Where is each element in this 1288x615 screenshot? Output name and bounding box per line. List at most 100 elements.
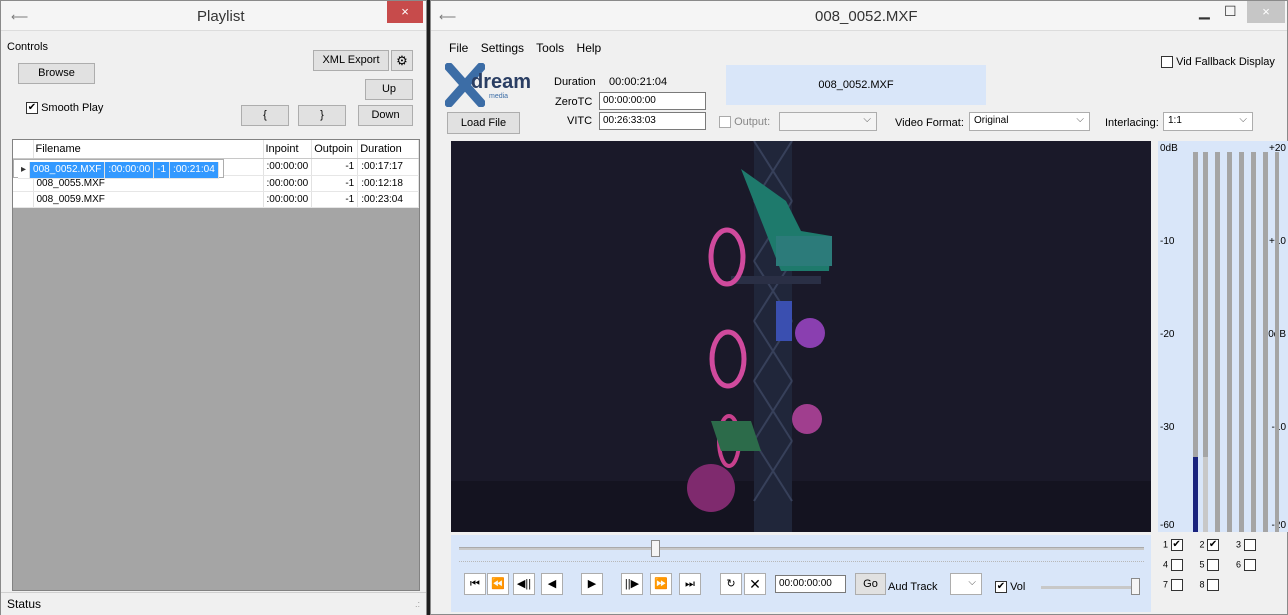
maximize-icon[interactable]: ☐	[1224, 3, 1237, 20]
outpoint-cell[interactable]: -1	[153, 162, 171, 179]
menu-settings[interactable]: Settings	[481, 41, 524, 55]
channel-5[interactable]: 5	[1200, 559, 1234, 571]
table-row[interactable]: 008_0059.MXF :00:00:00 -1 :00:23:04	[13, 191, 419, 208]
vol-checkbox[interactable]: ✔ Vol	[995, 581, 1026, 594]
channel-check-icon[interactable]	[1170, 559, 1183, 571]
inpoint-cell[interactable]: :00:00:00	[263, 191, 313, 208]
browse-button[interactable]: Browse	[18, 63, 95, 84]
duration-cell[interactable]: :00:17:17	[357, 159, 419, 176]
logo-text: dream	[471, 71, 532, 93]
table-header-row: Filename Inpoint Outpoin Duration	[13, 140, 419, 159]
load-file-button[interactable]: Load File	[447, 112, 520, 134]
seek-thumb[interactable]	[651, 540, 660, 557]
skip-start-icon[interactable]: ⏮	[464, 573, 486, 595]
output-select[interactable]: ⌵	[779, 112, 877, 131]
open-brace-button[interactable]: {	[241, 105, 289, 126]
output-check-icon[interactable]	[719, 116, 731, 129]
playlist-titlebar[interactable]: ⟵ Playlist ×	[1, 1, 426, 31]
channel-row: 4 5 6	[1163, 559, 1273, 579]
xml-export-button[interactable]: XML Export	[313, 50, 389, 71]
interlacing-select[interactable]: 1:1 ⌵	[1163, 112, 1253, 131]
minimize-icon[interactable]: ▁	[1199, 3, 1210, 20]
channel-7[interactable]: 7	[1163, 579, 1197, 591]
aud-track-select[interactable]: ⌵	[950, 573, 982, 595]
outpoint-cell[interactable]: -1	[311, 191, 359, 208]
meter-level-2	[1203, 457, 1208, 532]
meter-label-left-4: -60	[1160, 520, 1175, 531]
outpoint-cell[interactable]: -1	[311, 175, 359, 192]
column-header-inpoint[interactable]: Inpoint	[263, 140, 313, 159]
channel-check-icon[interactable]	[1207, 559, 1220, 571]
rewind-icon[interactable]: ⏪	[487, 573, 509, 595]
up-button[interactable]: Up	[365, 79, 413, 100]
close-button[interactable]: ×	[1247, 1, 1285, 23]
back-icon[interactable]: ◀	[541, 573, 563, 595]
close-brace-button[interactable]: }	[298, 105, 346, 126]
skip-end-icon[interactable]: ⏭	[679, 573, 701, 595]
settings-gear-icon[interactable]: ⚙	[391, 50, 413, 71]
pin-icon[interactable]: ⟵	[439, 10, 456, 24]
vol-label: Vol	[1010, 581, 1026, 593]
channel-6[interactable]: 6	[1236, 559, 1270, 571]
table-row[interactable]: ▸ 008_0052.MXF :00:00:00 -1 :00:21:04	[13, 159, 224, 179]
smooth-play-checkbox[interactable]: ✔ Smooth Play	[26, 102, 103, 115]
volume-track[interactable]	[1041, 586, 1138, 589]
channel-4[interactable]: 4	[1163, 559, 1197, 571]
channel-check-icon[interactable]	[1243, 559, 1256, 571]
controls-label: Controls	[7, 41, 48, 53]
player-titlebar[interactable]: ⟵ 008_0052.MXF ▁ ☐ ×	[431, 1, 1287, 31]
zerotc-input[interactable]: 00:00:00:00	[599, 92, 706, 110]
channel-1[interactable]: 1 ✔	[1163, 539, 1197, 551]
meter-bar-1	[1193, 152, 1198, 532]
loop-icon[interactable]: ↻	[720, 573, 742, 595]
go-button[interactable]: Go	[855, 573, 886, 595]
seek-track[interactable]	[459, 547, 1144, 550]
inpoint-cell[interactable]: :00:00:00	[104, 162, 155, 179]
smooth-play-check-icon[interactable]: ✔	[26, 102, 38, 115]
duration-cell[interactable]: :00:21:04	[169, 162, 219, 179]
step-back-icon[interactable]: ◀||	[513, 573, 535, 595]
duration-cell[interactable]: :00:12:18	[357, 175, 419, 192]
timecode-input[interactable]: 00:00:00:00	[775, 575, 846, 593]
pin-icon[interactable]: ⟵	[11, 10, 28, 24]
resize-grip-icon[interactable]: .:	[415, 599, 420, 609]
fast-forward-icon[interactable]: ⏩	[650, 573, 672, 595]
outpoint-cell[interactable]: -1	[311, 159, 359, 176]
column-header-duration[interactable]: Duration	[357, 140, 419, 159]
vol-check-icon[interactable]: ✔	[995, 581, 1007, 594]
video-format-select[interactable]: Original ⌵	[969, 112, 1090, 131]
vitc-input[interactable]: 00:26:33:03	[599, 112, 706, 130]
output-checkbox[interactable]: Output:	[719, 116, 770, 129]
inpoint-cell[interactable]: :00:00:00	[263, 159, 313, 176]
step-forward-icon[interactable]: ||▶	[621, 573, 643, 595]
vid-fallback-check-icon[interactable]	[1161, 56, 1173, 69]
channel-number: 1	[1163, 539, 1169, 550]
video-frame[interactable]	[451, 141, 1151, 532]
column-header-outpoint[interactable]: Outpoin	[311, 140, 359, 159]
channel-8[interactable]: 8	[1200, 579, 1234, 591]
menu-help[interactable]: Help	[577, 41, 602, 55]
inpoint-cell[interactable]: :00:00:00	[263, 175, 313, 192]
channel-check-icon[interactable]	[1243, 539, 1256, 551]
channel-check-icon[interactable]	[1170, 579, 1183, 591]
down-button[interactable]: Down	[358, 105, 413, 126]
menu-file[interactable]: File	[449, 41, 468, 55]
channel-3[interactable]: 3	[1236, 539, 1270, 551]
channel-check-icon[interactable]	[1207, 579, 1220, 591]
volume-thumb[interactable]	[1131, 578, 1140, 595]
close-button[interactable]: ×	[387, 1, 423, 23]
channel-2[interactable]: 2 ✔	[1200, 539, 1234, 551]
channel-check-icon[interactable]: ✔	[1170, 539, 1183, 551]
column-header-filename[interactable]: Filename	[33, 140, 264, 159]
play-icon[interactable]: ▶	[581, 573, 603, 595]
vid-fallback-checkbox[interactable]: Vid Fallback Display	[1161, 56, 1275, 69]
interlacing-value: 1:1	[1168, 115, 1182, 126]
playlist-grid[interactable]: Filename Inpoint Outpoin Duration ▸ 008_…	[12, 139, 420, 591]
duration-cell[interactable]: :00:23:04	[357, 191, 419, 208]
filename-cell[interactable]: 008_0059.MXF	[33, 191, 264, 208]
fullscreen-icon[interactable]: ✕	[744, 573, 766, 595]
channel-check-icon[interactable]: ✔	[1207, 539, 1220, 551]
menu-tools[interactable]: Tools	[536, 41, 564, 55]
chevron-down-icon: ⌵	[968, 577, 976, 588]
filename-cell[interactable]: 008_0052.MXF	[29, 162, 106, 179]
